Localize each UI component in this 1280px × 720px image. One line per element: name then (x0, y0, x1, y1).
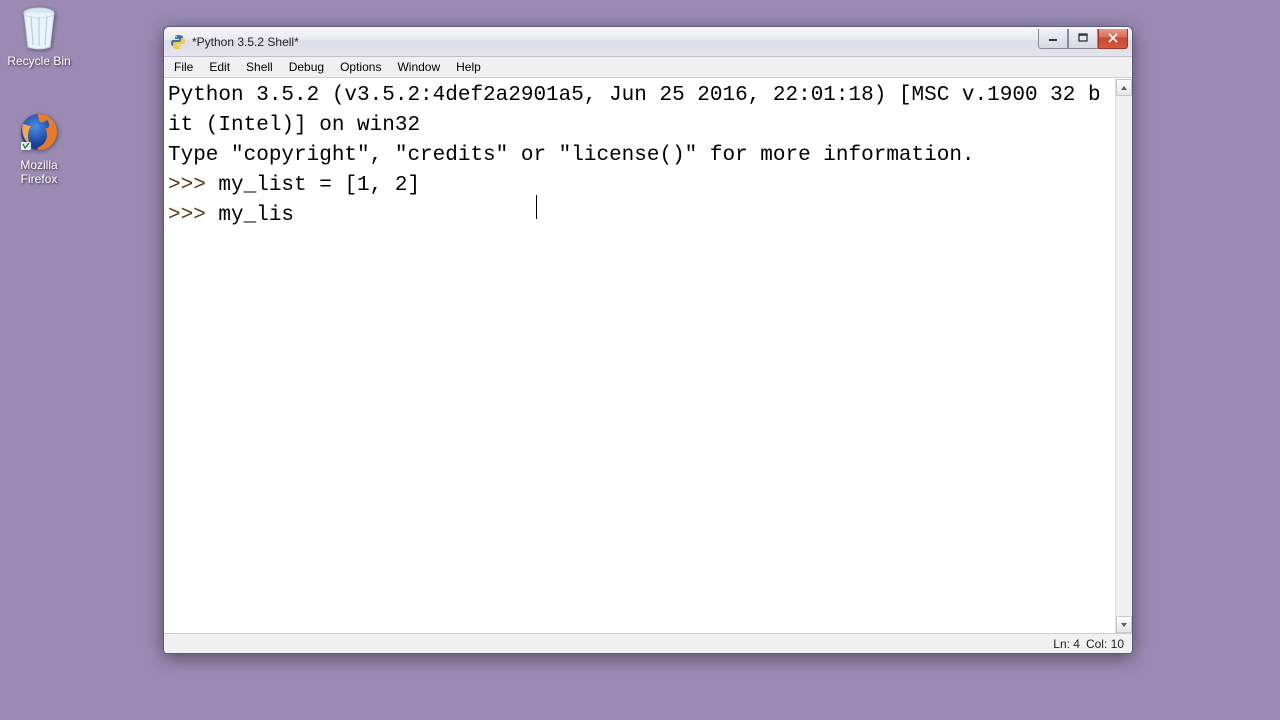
desktop-icon-label: Mozilla Firefox (4, 158, 74, 187)
title-bar[interactable]: *Python 3.5.2 Shell* (164, 27, 1132, 57)
recycle-bin-icon (15, 4, 63, 52)
desktop-icon-firefox[interactable]: Mozilla Firefox (4, 108, 74, 187)
shell-banner-line: Python 3.5.2 (v3.5.2:4def2a2901a5, Jun 2… (168, 84, 1101, 137)
status-col: Col: 10 (1086, 637, 1124, 651)
content-area: Python 3.5.2 (v3.5.2:4def2a2901a5, Jun 2… (164, 78, 1132, 633)
scroll-track[interactable] (1116, 96, 1132, 616)
scroll-down-button[interactable] (1116, 616, 1132, 633)
maximize-button[interactable] (1068, 29, 1098, 49)
menu-debug[interactable]: Debug (281, 57, 332, 77)
status-line: Ln: 4 (1053, 637, 1080, 651)
text-cursor (536, 195, 537, 219)
window-title: *Python 3.5.2 Shell* (192, 35, 1038, 49)
firefox-icon (15, 108, 63, 156)
shell-prompt: >>> (168, 174, 218, 197)
python-shell-window: *Python 3.5.2 Shell* File Edit Shell Deb… (163, 26, 1133, 654)
menu-shell[interactable]: Shell (238, 57, 281, 77)
vertical-scrollbar[interactable] (1115, 79, 1132, 633)
menu-options[interactable]: Options (332, 57, 389, 77)
menu-window[interactable]: Window (389, 57, 448, 77)
shell-code-line: my_list = [1, 2] (218, 174, 420, 197)
menu-help[interactable]: Help (448, 57, 489, 77)
shell-prompt: >>> (168, 204, 218, 227)
python-app-icon (170, 34, 186, 50)
close-button[interactable] (1098, 29, 1128, 49)
desktop-icon-recycle-bin[interactable]: Recycle Bin (4, 4, 74, 68)
shell-banner-line: Type "copyright", "credits" or "license(… (168, 144, 975, 167)
menu-file[interactable]: File (166, 57, 201, 77)
chevron-down-icon (1120, 622, 1128, 628)
minimize-icon (1048, 33, 1058, 43)
minimize-button[interactable] (1038, 29, 1068, 49)
window-controls (1038, 29, 1128, 49)
maximize-icon (1078, 33, 1088, 43)
close-icon (1108, 33, 1118, 43)
menu-edit[interactable]: Edit (201, 57, 238, 77)
status-bar: Ln: 4 Col: 10 (164, 633, 1132, 653)
chevron-up-icon (1120, 85, 1128, 91)
scroll-up-button[interactable] (1116, 79, 1132, 96)
shell-code-line: my_lis (218, 204, 294, 227)
shell-text-area[interactable]: Python 3.5.2 (v3.5.2:4def2a2901a5, Jun 2… (164, 79, 1115, 633)
desktop-icon-label: Recycle Bin (4, 54, 74, 68)
menu-bar: File Edit Shell Debug Options Window Hel… (164, 57, 1132, 78)
